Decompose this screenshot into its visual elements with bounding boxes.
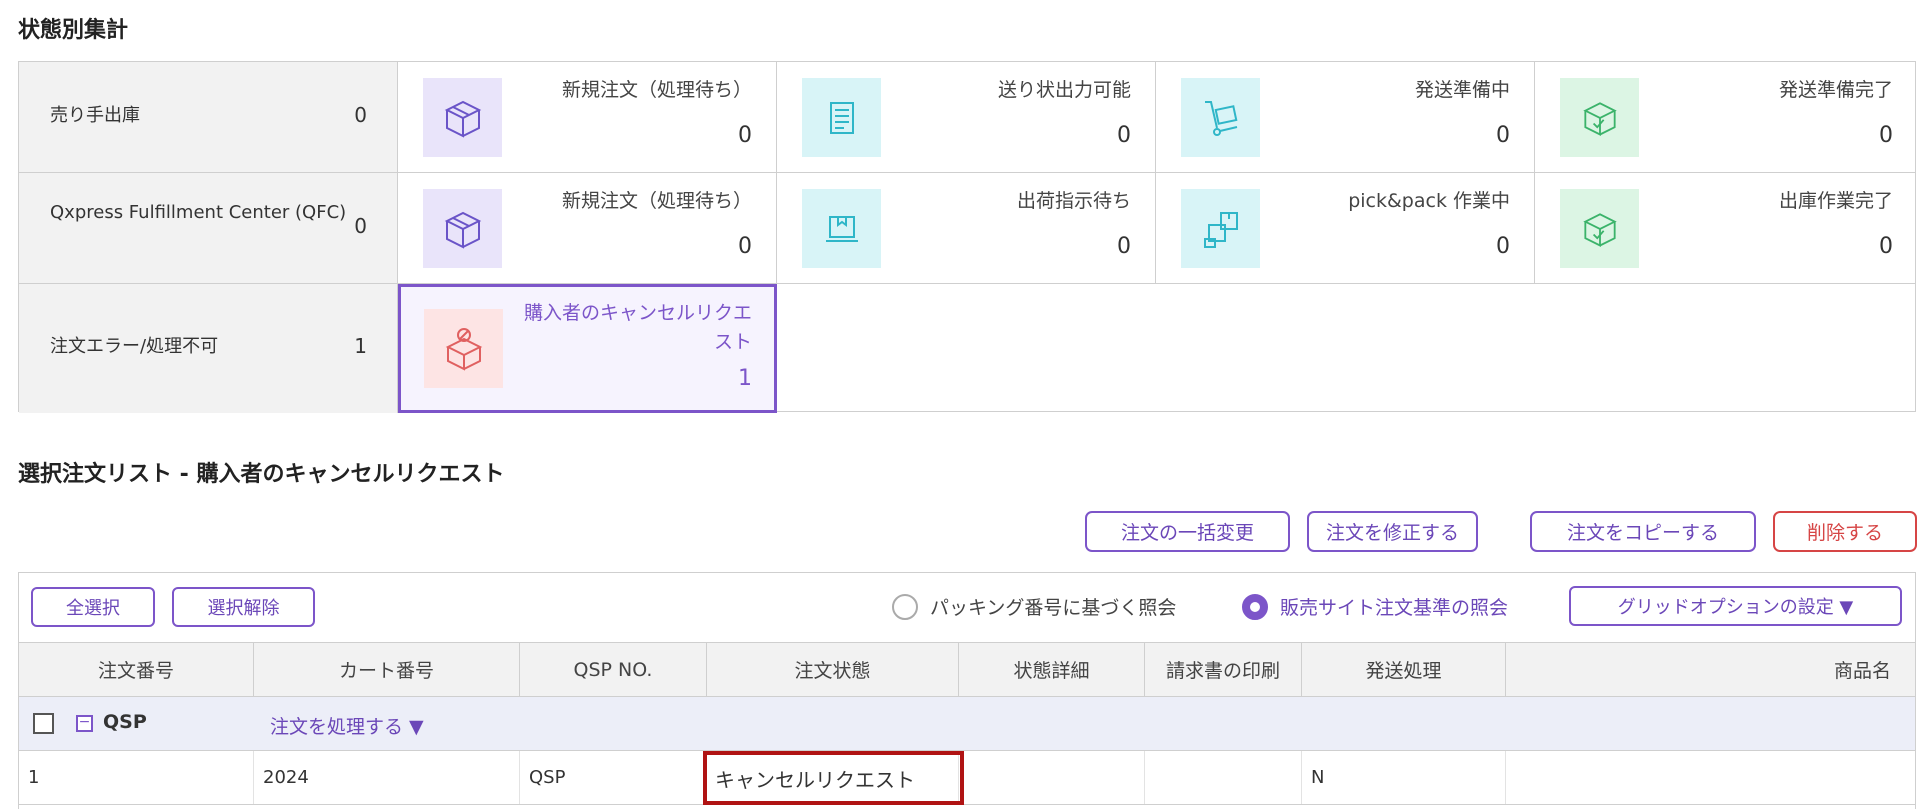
column-header[interactable]: 注文状態: [707, 643, 959, 696]
column-header[interactable]: 注文番号: [19, 643, 254, 696]
process-order-dropdown[interactable]: 注文を処理する ▼: [270, 712, 424, 739]
status-cell-awaiting-shipment[interactable]: 出荷指示待ち 0: [777, 173, 1156, 283]
column-header[interactable]: 状態詳細: [959, 643, 1145, 696]
cell-status-detail: [959, 751, 1145, 804]
grid-header: 注文番号 カート番号 QSP NO. 注文状態 状態詳細 請求書の印刷 発送処理…: [19, 642, 1915, 697]
cell-invoice: [1145, 751, 1302, 804]
radio-label: 販売サイト注文基準の照会: [1280, 597, 1509, 619]
status-cell-new-order[interactable]: 新規注文（処理待ち） 0: [398, 173, 777, 283]
summary-row: Qxpress Fulfillment Center (QFC) 0 新規注文（…: [19, 173, 1915, 284]
deselect-button[interactable]: 選択解除: [172, 587, 315, 627]
invoice-icon: [802, 78, 881, 157]
box-open-icon: [423, 189, 502, 268]
group-row: − QSP 注文を処理する ▼: [19, 697, 1915, 751]
cell-value: 0: [1117, 123, 1131, 148]
group-label: QSP: [103, 711, 147, 733]
cell-label: 発送準備完了: [1778, 79, 1893, 101]
status-cell-new-order[interactable]: 新規注文（処理待ち） 0: [398, 62, 777, 172]
grid-options-dropdown[interactable]: グリッドオプションの設定 ▼: [1569, 586, 1902, 626]
summary-row: 売り手出庫 0 新規注文（処理待ち） 0 送り状出力可能 0 発送準備中 0 発…: [19, 62, 1915, 173]
status-cell-waybill[interactable]: 送り状出力可能 0: [777, 62, 1156, 172]
box-cancel-icon: [424, 309, 503, 388]
box-check-icon: [1560, 78, 1639, 157]
cell-value: 0: [1117, 234, 1131, 259]
row-label: 注文エラー/処理不可: [50, 336, 219, 357]
cell-label: 出荷指示待ち: [1016, 190, 1131, 212]
cell-label: 新規注文（処理待ち）: [561, 79, 752, 101]
cell-qsp-number: QSP: [520, 751, 707, 804]
status-cell-pick-pack[interactable]: pick&pack 作業中 0: [1156, 173, 1535, 283]
status-cell-ready[interactable]: 発送準備完了 0: [1535, 62, 1917, 172]
row-label-cell: 注文エラー/処理不可 1: [19, 284, 398, 413]
cell-label: 購入者のキャンセルリクエスト: [523, 302, 752, 353]
delete-button[interactable]: 削除する: [1773, 511, 1917, 552]
column-header[interactable]: QSP NO.: [520, 643, 707, 696]
cell-label: 新規注文（処理待ち）: [561, 190, 752, 212]
order-status-highlight[interactable]: キャンセルリクエスト: [703, 751, 964, 805]
monitor-icon: [802, 189, 881, 268]
status-cell-outbound-done[interactable]: 出庫作業完了 0: [1535, 173, 1917, 283]
row-count: 0: [354, 103, 367, 127]
cell-label: 発送準備中: [1414, 79, 1510, 101]
cell-value: 0: [738, 234, 752, 259]
column-header[interactable]: カート番号: [254, 643, 520, 696]
status-summary-grid: 売り手出庫 0 新規注文（処理待ち） 0 送り状出力可能 0 発送準備中 0 発…: [18, 61, 1916, 413]
cell-product-name: [1506, 751, 1917, 804]
row-label-cell: 売り手出庫 0: [19, 62, 398, 172]
summary-row: 注文エラー/処理不可 1 購入者のキャンセルリクエスト 1: [19, 284, 1915, 413]
radio-site-order[interactable]: 販売サイト注文基準の照会: [1242, 593, 1508, 620]
order-list-title: 選択注文リスト - 購入者のキャンセルリクエスト: [18, 462, 505, 487]
select-all-button[interactable]: 全選択: [31, 587, 155, 627]
cell-label: 送り状出力可能: [997, 79, 1131, 101]
radio-label: パッキング番号に基づく照会: [930, 597, 1177, 619]
status-cell-preparing[interactable]: 発送準備中 0: [1156, 62, 1535, 172]
row-count: 0: [354, 214, 367, 238]
cell-shipping: N: [1302, 751, 1506, 804]
cell-value: 0: [1879, 123, 1893, 148]
cell-label: pick&pack 作業中: [1348, 190, 1510, 212]
group-checkbox[interactable]: [33, 713, 54, 734]
box-check-icon: [1560, 189, 1639, 268]
summary-title: 状態別集計: [18, 18, 129, 43]
boxes-icon: [1181, 189, 1260, 268]
hand-truck-icon: [1181, 78, 1260, 157]
order-grid: 全選択 選択解除 パッキング番号に基づく照会 販売サイト注文基準の照会 グリッド…: [18, 572, 1916, 809]
radio-packing-number[interactable]: パッキング番号に基づく照会: [892, 593, 1176, 620]
cell-order-number: 1: [19, 751, 254, 804]
cell-value: 0: [1496, 234, 1510, 259]
bulk-change-button[interactable]: 注文の一括変更: [1085, 511, 1290, 552]
cell-value: 1: [738, 366, 752, 391]
table-row[interactable]: 1 2024 QSP N キャンセルリクエスト: [19, 751, 1915, 805]
cell-value: 0: [1496, 123, 1510, 148]
radio-circle: [1242, 593, 1268, 620]
row-label: 売り手出庫: [50, 105, 140, 126]
radio-circle: [892, 593, 918, 620]
edit-order-button[interactable]: 注文を修正する: [1307, 511, 1478, 552]
copy-order-button[interactable]: 注文をコピーする: [1530, 511, 1756, 552]
row-label: Qxpress Fulfillment Center (QFC): [50, 202, 347, 223]
column-header[interactable]: 商品名: [1506, 643, 1917, 696]
row-count: 1: [354, 334, 367, 358]
column-header[interactable]: 発送処理: [1302, 643, 1506, 696]
cell-cart-number: 2024: [254, 751, 520, 804]
row-label-cell: Qxpress Fulfillment Center (QFC) 0: [19, 173, 398, 283]
collapse-icon[interactable]: −: [76, 715, 93, 732]
cell-value: 0: [738, 123, 752, 148]
column-header[interactable]: 請求書の印刷: [1145, 643, 1302, 696]
cell-value: 0: [1879, 234, 1893, 259]
status-cell-buyer-cancel-request[interactable]: 購入者のキャンセルリクエスト 1: [398, 284, 777, 413]
box-open-icon: [423, 78, 502, 157]
cell-label: 出庫作業完了: [1778, 190, 1893, 212]
